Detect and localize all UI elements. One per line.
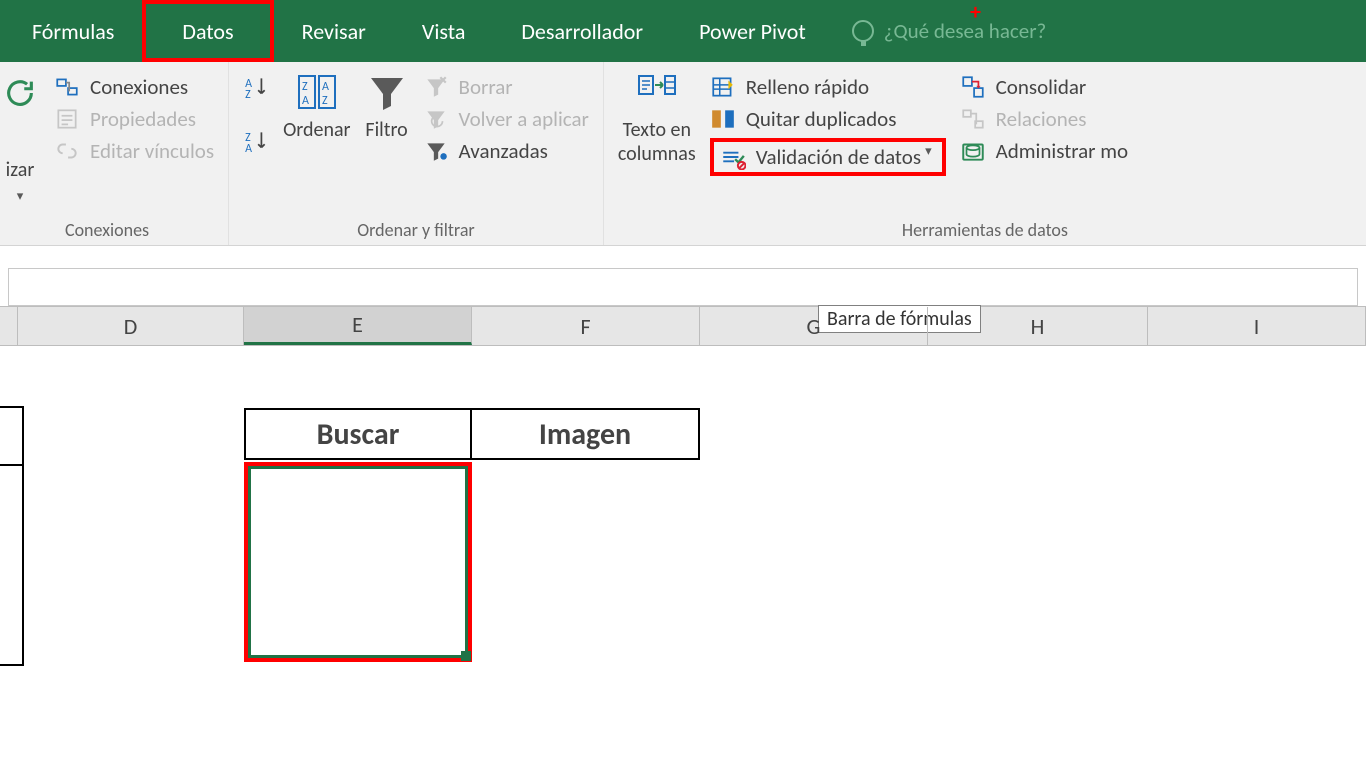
column-headers: D E F G H I: [0, 306, 1366, 346]
funnel-icon: [365, 70, 409, 114]
sort-desc-button[interactable]: ZA: [243, 128, 269, 154]
quitar-duplicados-button[interactable]: Quitar duplicados: [710, 106, 946, 132]
column-header-E[interactable]: E: [244, 307, 472, 345]
ordenar-icon: ZAAZ: [295, 70, 339, 114]
refresh-button[interactable]: izar▾: [0, 70, 40, 206]
validacion-datos-button[interactable]: Validación de datos: [720, 144, 921, 170]
svg-text:A: A: [302, 94, 309, 108]
texto-columnas-icon: [635, 70, 679, 114]
group-label-conexiones: Conexiones: [0, 215, 214, 241]
conexiones-button[interactable]: Conexiones: [54, 74, 214, 100]
validacion-datos-icon: [720, 144, 746, 170]
fill-handle[interactable]: [461, 651, 471, 661]
relleno-rapido-icon: [710, 74, 736, 100]
ribbon-body: izar▾ Conexiones Propiedades: [0, 62, 1366, 246]
tab-powerpivot[interactable]: Power Pivot: [671, 0, 834, 62]
validacion-dropdown[interactable]: ▾: [921, 144, 936, 170]
filtro-button[interactable]: Filtro: [365, 70, 409, 142]
reaplicar-icon: [423, 106, 449, 132]
conexiones-icon: [54, 74, 80, 100]
tab-vista[interactable]: Vista: [394, 0, 494, 62]
svg-text:Z: Z: [322, 94, 328, 108]
tab-revisar[interactable]: Revisar: [274, 0, 394, 62]
borrar-icon: [423, 74, 449, 100]
header-buscar[interactable]: Buscar: [244, 408, 472, 460]
consolidar-icon: [960, 74, 986, 100]
relleno-rapido-button[interactable]: Relleno rápido: [710, 74, 946, 100]
texto-en-columnas-button[interactable]: Texto en columnas: [618, 70, 696, 166]
tell-me-box[interactable]: ¿Qué desea hacer?: [834, 0, 1065, 62]
ribbon-tabs: + Fórmulas Datos Revisar Vista Desarroll…: [0, 0, 1366, 62]
lightbulb-icon: [852, 20, 874, 42]
svg-text:A: A: [322, 80, 329, 94]
sort-asc-button[interactable]: AZ: [243, 74, 269, 100]
sort-desc-icon: ZA: [243, 128, 269, 154]
ordenar-button[interactable]: ZAAZ Ordenar: [283, 70, 350, 142]
tab-formulas[interactable]: Fórmulas: [4, 0, 142, 62]
propiedades-button: Propiedades: [54, 106, 214, 132]
column-header-H[interactable]: H: [928, 307, 1148, 345]
column-header-blank[interactable]: [0, 307, 18, 345]
tell-me-placeholder: ¿Qué desea hacer?: [884, 18, 1047, 44]
svg-text:Z: Z: [245, 88, 251, 100]
worksheet-area[interactable]: Buscar Imagen: [0, 346, 1366, 726]
group-label-ordenar-filtrar: Ordenar y filtrar: [243, 215, 589, 241]
annotation-plus: +: [970, 0, 981, 25]
administrar-modelo-button[interactable]: Administrar mo: [960, 138, 1129, 164]
editar-vinculos-button: Editar vínculos: [54, 138, 214, 164]
volver-aplicar-button: Volver a aplicar: [423, 106, 589, 132]
column-header-D[interactable]: D: [18, 307, 244, 345]
tab-datos[interactable]: Datos: [142, 0, 273, 62]
column-header-G[interactable]: G: [700, 307, 928, 345]
propiedades-icon: [54, 106, 80, 132]
administrar-modelo-icon: [960, 138, 986, 164]
consolidar-button[interactable]: Consolidar: [960, 74, 1129, 100]
left-table-fragment: [0, 406, 24, 666]
editar-vinculos-icon: [54, 138, 80, 164]
group-label-herramientas: Herramientas de datos: [618, 215, 1352, 241]
selected-cell-E[interactable]: [244, 462, 472, 662]
tab-desarrollador[interactable]: Desarrollador: [493, 0, 671, 62]
formula-bar[interactable]: [8, 268, 1358, 306]
column-header-I[interactable]: I: [1148, 307, 1366, 345]
selection-border: [248, 466, 468, 658]
header-imagen[interactable]: Imagen: [472, 408, 700, 460]
mini-table-headers: Buscar Imagen: [244, 408, 700, 460]
relaciones-button: Relaciones: [960, 106, 1129, 132]
svg-text:Z: Z: [302, 80, 308, 94]
avanzadas-button[interactable]: Avanzadas: [423, 138, 589, 164]
svg-text:A: A: [245, 142, 252, 154]
borrar-filtro-button: Borrar: [423, 74, 589, 100]
relaciones-icon: [960, 106, 986, 132]
quitar-duplicados-icon: [710, 106, 736, 132]
sort-asc-icon: AZ: [243, 74, 269, 100]
avanzadas-icon: [423, 138, 449, 164]
column-header-F[interactable]: F: [472, 307, 700, 345]
